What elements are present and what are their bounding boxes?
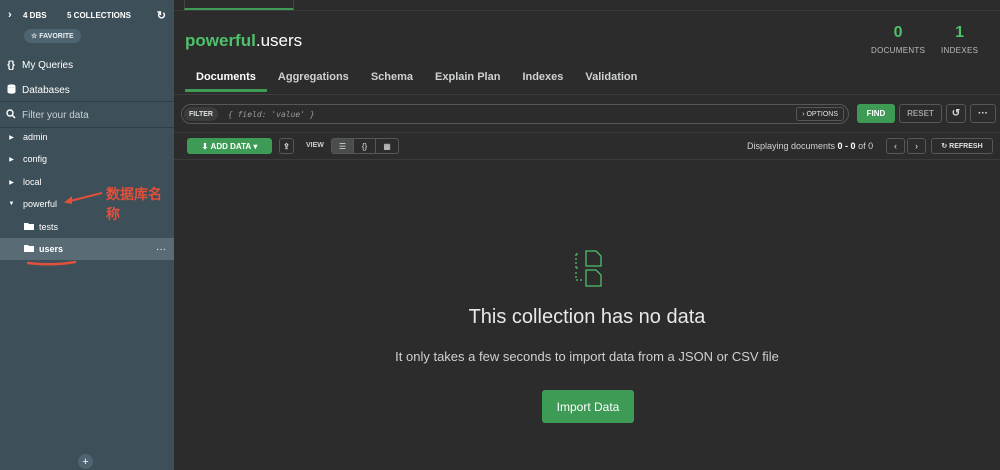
filter-pill-label: FILTER xyxy=(189,110,213,118)
documents-label: DOCUMENTS xyxy=(871,46,926,55)
refresh-label: REFRESH xyxy=(949,142,983,150)
add-data-button[interactable]: ⬇ ADD DATA ▾ xyxy=(187,138,272,154)
indexes-label: INDEXES xyxy=(941,46,979,55)
indexes-count: 1 xyxy=(955,24,965,41)
page-title: powerful.users xyxy=(185,31,302,51)
red-underline-annotation xyxy=(27,260,77,266)
pagination-status: Displaying documents 0 - 0 of 0 xyxy=(747,141,873,151)
annotation-label: 数据库名称 xyxy=(106,186,162,222)
empty-documents-icon xyxy=(575,250,602,287)
divider xyxy=(174,94,1000,95)
tree-item-admin[interactable]: ▶ admin xyxy=(0,126,174,148)
database-icon xyxy=(0,83,22,97)
main-panel: powerful.users 0 DOCUMENTS 1 INDEXES Doc… xyxy=(174,0,1000,470)
import-data-button[interactable]: Import Data xyxy=(542,390,634,423)
sidebar-divider xyxy=(0,101,174,102)
filter-input[interactable]: { field: 'value' } xyxy=(228,110,796,119)
collection-count: 5 COLLECTIONS xyxy=(67,10,132,20)
braces-icon: {} xyxy=(7,59,15,71)
my-queries-item[interactable]: {} My Queries xyxy=(0,53,174,77)
display-range: 0 - 0 xyxy=(837,141,856,151)
options-button[interactable]: › OPTIONS xyxy=(796,107,844,121)
tab-aggregations[interactable]: Aggregations xyxy=(267,66,360,92)
divider xyxy=(174,132,1000,133)
caret-right-icon: ▶ xyxy=(9,134,14,141)
tab-validation[interactable]: Validation xyxy=(574,66,648,92)
more-icon[interactable]: ··· xyxy=(156,244,166,255)
refresh-icon[interactable]: ↻ xyxy=(157,9,166,22)
sidebar-summary: › 4 DBS 5 COLLECTIONS ↻ xyxy=(0,0,174,30)
history-icon[interactable]: ↺ xyxy=(946,104,966,123)
db-count: 4 DBS xyxy=(23,10,47,20)
documents-count: 0 xyxy=(893,24,903,41)
add-data-label: ADD DATA xyxy=(210,141,252,151)
options-label: OPTIONS xyxy=(806,110,838,118)
empty-state-title: This collection has no data xyxy=(468,306,706,328)
search-icon xyxy=(0,108,22,122)
databases-item[interactable]: Databases xyxy=(0,78,174,102)
json-view-icon[interactable]: {} xyxy=(354,139,376,153)
caret-right-icon: ▶ xyxy=(9,179,14,186)
divider xyxy=(174,159,1000,160)
next-page-button[interactable]: › xyxy=(907,138,926,154)
indexes-stat: 1 INDEXES xyxy=(941,24,978,55)
more-options-icon[interactable]: ··· xyxy=(970,104,996,123)
tab-schema[interactable]: Schema xyxy=(360,66,424,92)
tab-explain-plan[interactable]: Explain Plan xyxy=(424,66,511,92)
workspace-tab[interactable] xyxy=(184,0,294,10)
documents-stat: 0 DOCUMENTS xyxy=(871,24,925,55)
caret-right-icon: ▶ xyxy=(9,156,14,163)
collection-item-users[interactable]: users ··· xyxy=(0,238,174,260)
tab-documents[interactable]: Documents xyxy=(185,66,267,92)
tree-label: config xyxy=(23,154,48,164)
view-switcher: ☰ {} ▦ xyxy=(331,138,399,154)
display-prefix: Displaying documents xyxy=(747,141,838,151)
collection-label: tests xyxy=(39,222,59,232)
find-button[interactable]: FIND xyxy=(857,104,895,123)
tree-label: powerful xyxy=(23,199,58,209)
favorite-button[interactable]: ☆ FAVORITE xyxy=(24,29,81,43)
refresh-button[interactable]: ↻ REFRESH xyxy=(931,138,993,154)
collection-name: .users xyxy=(255,31,303,50)
tree-label: local xyxy=(23,177,42,187)
add-database-button[interactable]: + xyxy=(78,454,93,469)
my-queries-label: My Queries xyxy=(22,59,74,71)
caret-down-icon: ▼ xyxy=(8,201,15,207)
list-view-icon[interactable]: ☰ xyxy=(332,139,354,153)
empty-state-subtitle: It only takes a few seconds to import da… xyxy=(395,349,779,364)
collection-tabs: Documents Aggregations Schema Explain Pl… xyxy=(185,66,648,92)
export-icon[interactable]: ⇪ xyxy=(279,138,294,154)
collection-label: users xyxy=(39,244,64,254)
view-label: VIEW xyxy=(306,142,324,149)
reset-button[interactable]: RESET xyxy=(899,104,942,123)
divider xyxy=(174,10,1000,11)
display-suffix: of 0 xyxy=(855,141,874,151)
prev-page-button[interactable]: ‹ xyxy=(886,138,905,154)
folder-icon xyxy=(24,222,39,232)
database-name: powerful xyxy=(185,31,256,50)
tree-item-config[interactable]: ▶ config xyxy=(0,148,174,170)
filter-bar[interactable]: FILTER { field: 'value' } › OPTIONS xyxy=(181,104,849,124)
filter-pill[interactable]: FILTER xyxy=(184,107,218,121)
tree-label: admin xyxy=(23,132,48,142)
databases-label: Databases xyxy=(22,84,70,96)
red-arrow-annotation xyxy=(64,192,103,204)
sidebar-filter[interactable] xyxy=(0,103,174,127)
tab-indexes[interactable]: Indexes xyxy=(511,66,574,92)
sidebar: › 4 DBS 5 COLLECTIONS ↻ ☆ FAVORITE {} My… xyxy=(0,0,174,470)
table-view-icon[interactable]: ▦ xyxy=(376,139,398,153)
filter-input[interactable] xyxy=(22,109,162,121)
chevron-right-icon[interactable]: › xyxy=(8,9,18,21)
folder-icon xyxy=(24,244,39,254)
